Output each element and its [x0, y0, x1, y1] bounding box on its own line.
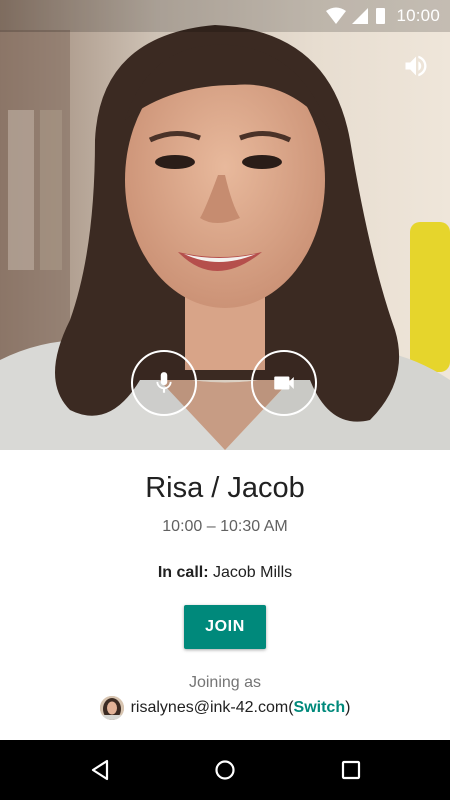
camera-preview — [0, 0, 450, 450]
self-view-video — [0, 0, 450, 450]
video-camera-icon — [274, 376, 294, 390]
meeting-time: 10:00 – 10:30 AM — [162, 518, 288, 535]
navigation-bar — [0, 740, 450, 800]
account-email: risalynes@ink-42.com — [130, 699, 289, 716]
recent-apps-icon[interactable] — [339, 758, 363, 782]
account-row: risalynes@ink-42.com ( Switch ) — [0, 696, 450, 720]
home-icon[interactable] — [213, 758, 237, 782]
speaker-icon[interactable] — [402, 52, 430, 80]
back-icon[interactable] — [88, 758, 112, 782]
cell-signal-icon — [352, 8, 368, 24]
microphone-icon — [156, 372, 172, 393]
wifi-icon — [326, 7, 346, 24]
joining-as-label: Joining as — [188, 674, 262, 691]
join-button[interactable]: JOIN — [184, 605, 266, 649]
in-call-name: Jacob Mills — [213, 564, 293, 581]
microphone-toggle-button[interactable] — [131, 350, 197, 416]
avatar — [99, 696, 124, 720]
in-call-label: In call: — [157, 564, 209, 581]
status-bar: 10:00 — [0, 0, 450, 32]
status-time: 10:00 — [396, 6, 440, 25]
status-icons — [326, 7, 385, 24]
switch-account-link[interactable]: Switch — [294, 699, 346, 717]
battery-icon — [376, 8, 385, 24]
close-paren: ) — [345, 699, 351, 716]
camera-toggle-button[interactable] — [251, 350, 317, 416]
in-call-info: In call: Jacob Mills — [0, 564, 450, 582]
meeting-title: Risa / Jacob — [145, 472, 305, 504]
